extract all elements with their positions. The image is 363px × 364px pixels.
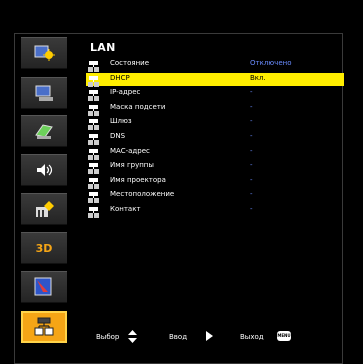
image-settings-icon	[33, 43, 55, 63]
network-device-icon	[88, 87, 99, 102]
sidebar-item-lan[interactable]	[21, 311, 67, 343]
row-label: Местоположение	[110, 190, 175, 199]
lan-row[interactable]: Имя проектора -	[86, 175, 344, 189]
row-value: -	[250, 117, 253, 126]
exit-hint-label: Выход	[240, 333, 264, 341]
row-label: Состояние	[110, 59, 150, 67]
row-label: Имя проектора	[110, 175, 166, 184]
menu-title: LAN	[90, 41, 116, 54]
row-label: Маска подсети	[110, 102, 166, 111]
row-label: DHCP	[110, 73, 130, 82]
row-label: MAC-адрес	[110, 146, 150, 155]
sidebar-item-options[interactable]	[21, 193, 67, 225]
row-value: -	[250, 88, 253, 97]
row-value: -	[250, 175, 253, 184]
display-icon	[33, 83, 55, 103]
network-device-icon	[88, 102, 99, 116]
lan-row[interactable]: Состояние Отключено	[86, 58, 344, 72]
sidebar: 3D	[21, 37, 67, 344]
3d-icon: 3D	[33, 238, 55, 258]
network-device-icon	[88, 189, 99, 204]
audio-icon	[33, 160, 55, 180]
sidebar-item-3d[interactable]: 3D	[21, 232, 67, 264]
sidebar-item-image[interactable]	[21, 37, 67, 69]
network-icon	[33, 317, 55, 337]
lan-row[interactable]: MAC-адрес -	[86, 146, 344, 160]
network-device-icon	[88, 73, 99, 87]
options-icon	[33, 199, 55, 219]
select-hint-label: Выбор	[96, 333, 120, 341]
network-device-icon	[88, 58, 99, 72]
sidebar-item-info[interactable]	[21, 271, 67, 303]
lan-row[interactable]: Контакт -	[86, 204, 344, 218]
network-device-icon	[88, 116, 99, 131]
network-device-icon	[88, 204, 99, 218]
3d-label: 3D	[35, 241, 53, 255]
row-label: IP-адрес	[110, 88, 141, 97]
right-arrow-icon	[206, 331, 213, 343]
row-value: -	[250, 205, 253, 213]
lan-row[interactable]: IP-адрес -	[86, 87, 344, 102]
up-down-arrows-icon	[128, 330, 137, 345]
row-value: -	[250, 102, 253, 111]
lan-row[interactable]: DNS -	[86, 131, 344, 145]
info-icon	[33, 277, 55, 297]
row-label: Имя группы	[110, 161, 154, 170]
sidebar-item-setup[interactable]	[21, 115, 67, 147]
network-device-icon	[88, 131, 99, 145]
lan-row[interactable]: DHCP Вкл.	[86, 72, 344, 87]
row-value: Вкл.	[250, 73, 266, 82]
footer-hints: Выбор Ввод Выход MENU	[96, 330, 336, 345]
row-value: -	[250, 146, 253, 155]
lan-row[interactable]: Местоположение -	[86, 189, 344, 204]
row-value: -	[250, 132, 253, 140]
lan-row[interactable]: Имя группы -	[86, 160, 344, 175]
row-label: DNS	[110, 132, 126, 140]
setup-icon	[33, 121, 55, 141]
network-device-icon	[88, 146, 99, 160]
row-value: Отключено	[250, 59, 292, 67]
network-device-icon	[88, 160, 99, 175]
row-value: -	[250, 190, 253, 199]
lan-row[interactable]: Маска подсети -	[86, 102, 344, 116]
enter-hint-label: Ввод	[169, 333, 188, 341]
sidebar-item-audio[interactable]	[21, 154, 67, 186]
row-label: Шлюз	[110, 117, 132, 126]
network-device-icon	[88, 175, 99, 189]
lan-row[interactable]: Шлюз -	[86, 116, 344, 131]
sidebar-item-display[interactable]	[21, 77, 67, 109]
row-label: Контакт	[110, 205, 141, 213]
menu-key-icon: MENU	[277, 331, 291, 341]
row-value: -	[250, 161, 253, 170]
